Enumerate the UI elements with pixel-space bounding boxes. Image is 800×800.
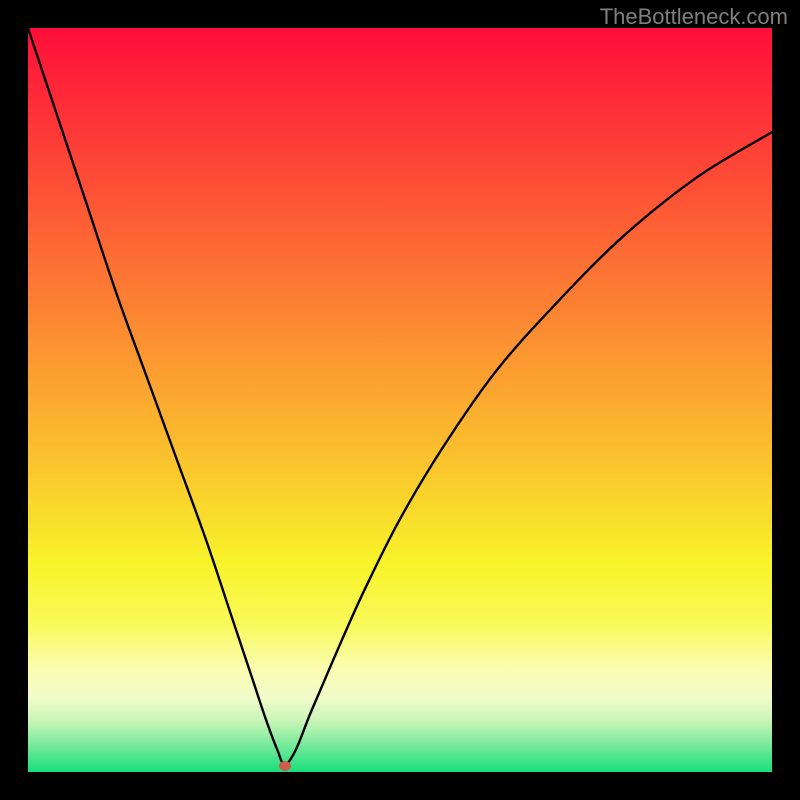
plot-area	[28, 28, 772, 772]
watermark-text: TheBottleneck.com	[600, 4, 788, 30]
bottleneck-curve	[28, 28, 772, 772]
outer-frame: TheBottleneck.com	[0, 0, 800, 800]
minimum-marker	[279, 761, 291, 771]
